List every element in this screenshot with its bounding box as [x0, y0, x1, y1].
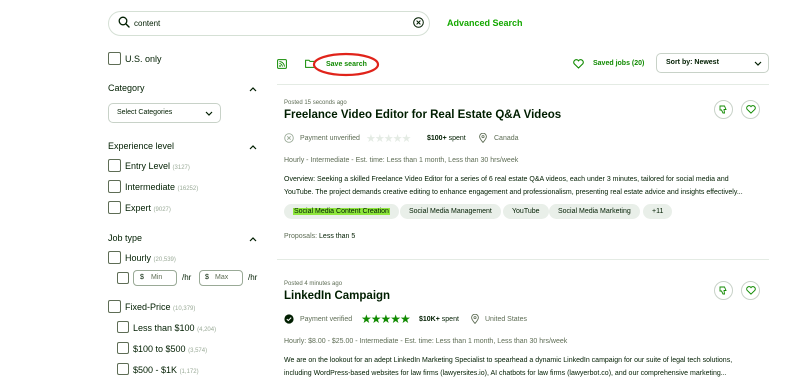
fixed-price-checkbox[interactable] — [108, 300, 121, 313]
min-placeholder: Min — [151, 274, 163, 281]
clear-search-icon[interactable] — [413, 17, 424, 28]
max-placeholder: Max — [215, 274, 229, 281]
client-location: Canada — [494, 135, 519, 142]
fixed-range-checkbox[interactable] — [117, 363, 129, 375]
heart-icon — [573, 59, 584, 69]
client-location: United States — [485, 316, 528, 323]
currency-symbol: $ — [140, 274, 144, 281]
save-job-button[interactable] — [741, 100, 760, 119]
intermediate-checkbox[interactable] — [108, 180, 121, 193]
not-interested-button[interactable] — [714, 100, 733, 119]
fixed-range-checkbox[interactable] — [117, 321, 129, 333]
per-hour-label: /hr — [248, 273, 258, 282]
hourly-checkbox[interactable] — [108, 251, 121, 264]
hourly-rate-checkbox[interactable] — [117, 272, 129, 284]
annotation-circle — [312, 52, 380, 77]
advanced-search-link[interactable]: Advanced Search — [447, 18, 523, 28]
fixed-range-item: $100 to $500 (3,574) — [133, 344, 208, 354]
rating-stars: ★★★★★ — [366, 133, 411, 145]
experience-item: Intermediate (16252) — [125, 182, 199, 192]
us-only-label: U.S. only — [125, 54, 162, 64]
posted-time: Posted 4 minutes ago — [284, 281, 343, 287]
category-select-label: Select Categories — [117, 109, 173, 116]
payment-verified-icon — [284, 314, 294, 324]
skill-tag[interactable]: Social Media Content Creation — [284, 204, 399, 219]
skill-tag[interactable]: Social Media Management — [400, 204, 501, 219]
job-type-title: Job type — [108, 233, 143, 243]
thumbs-down-icon — [719, 286, 727, 295]
currency-symbol: $ — [205, 274, 209, 281]
divider — [277, 84, 769, 85]
skill-tag[interactable]: YouTube — [503, 204, 549, 219]
fixed-range-item: $500 - $1K (1,172) — [133, 365, 199, 375]
category-title: Category — [108, 83, 145, 93]
more-skills-tag[interactable]: +11 — [643, 204, 673, 219]
job-type-collapse-icon[interactable] — [249, 236, 257, 242]
experience-title: Experience level — [108, 141, 175, 151]
heart-icon — [745, 105, 756, 114]
entry-level-checkbox[interactable] — [108, 159, 121, 172]
save-job-button[interactable] — [741, 281, 760, 300]
skill-tag[interactable]: Social Media Marketing — [549, 204, 640, 219]
saved-jobs-link[interactable]: Saved jobs (20) — [593, 60, 644, 67]
location-icon — [479, 133, 487, 143]
rating-stars: ★★★★★ — [361, 312, 411, 326]
search-icon — [118, 16, 130, 28]
divider — [277, 259, 769, 260]
expert-checkbox[interactable] — [108, 201, 121, 214]
job-title-link[interactable]: LinkedIn Campaign — [284, 290, 390, 302]
experience-collapse-icon[interactable] — [249, 144, 257, 150]
fixed-range-item: Less than $100 (4,204) — [133, 323, 217, 333]
search-input[interactable]: content — [134, 19, 160, 28]
client-spent: $10K+ spent — [419, 316, 459, 323]
fixed-price-label: Fixed-Price (10,379) — [125, 302, 196, 312]
not-interested-button[interactable] — [714, 281, 733, 300]
heart-icon — [745, 286, 756, 295]
location-icon — [471, 314, 479, 324]
chevron-down-icon — [754, 61, 762, 67]
thumbs-down-icon — [719, 105, 727, 114]
us-only-checkbox[interactable] — [108, 52, 121, 65]
job-details: Hourly: $8.00 - $25.00 - Intermediate - … — [284, 338, 568, 345]
hourly-label: Hourly (20,539) — [125, 253, 176, 263]
job-description: We are on the lookout for an adept Linke… — [284, 357, 733, 377]
job-details: Hourly - Intermediate - Est. time: Less … — [284, 157, 519, 164]
per-hour-label: /hr — [182, 273, 192, 282]
job-description: Overview: Seeking a skilled Freelance Vi… — [284, 176, 743, 196]
proposals: Proposals: Less than 5 — [284, 233, 356, 240]
payment-unverified-icon — [284, 133, 294, 143]
experience-item: Expert (9027) — [125, 203, 171, 213]
posted-time: Posted 15 seconds ago — [284, 100, 347, 106]
category-collapse-icon[interactable] — [249, 86, 257, 92]
client-spent: $100+ spent — [427, 135, 466, 142]
payment-status: Payment verified — [300, 316, 353, 323]
payment-status: Payment unverified — [300, 135, 360, 142]
fixed-range-checkbox[interactable] — [117, 342, 129, 354]
sort-label: Sort by: Newest — [666, 59, 719, 66]
rss-icon[interactable] — [277, 59, 287, 69]
job-title-link[interactable]: Freelance Video Editor for Real Estate Q… — [284, 109, 561, 121]
chevron-down-icon — [205, 111, 213, 117]
experience-item: Entry Level (3127) — [125, 161, 190, 171]
